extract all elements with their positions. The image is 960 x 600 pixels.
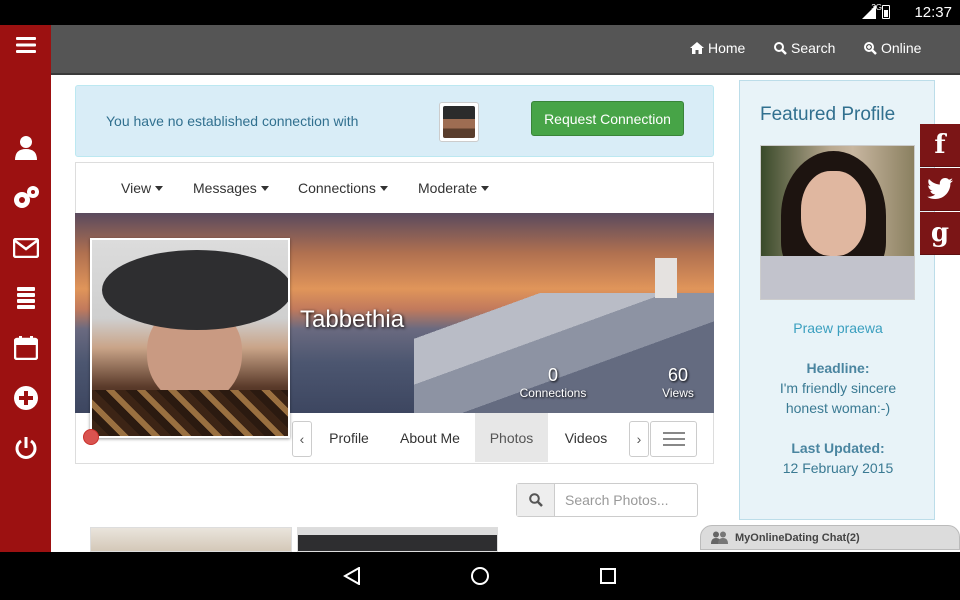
nav-online-label: Online: [881, 40, 922, 56]
messages-label: Messages: [193, 180, 257, 196]
photo-search-button[interactable]: [517, 484, 555, 516]
hamburger-icon: [662, 432, 685, 434]
android-navigation-bar: [0, 552, 960, 600]
connections-label: Connections: [298, 180, 376, 196]
google-icon: g: [930, 218, 950, 248]
caret-down-icon: [155, 185, 164, 191]
search-icon: [528, 493, 543, 507]
search-icon: [774, 41, 787, 55]
tabs-prev-button[interactable]: ‹: [292, 421, 312, 457]
online-status-dot: [83, 429, 99, 445]
menu-icon: [15, 37, 36, 53]
menu-button[interactable]: [0, 25, 51, 65]
sidebar-item-list[interactable]: [0, 278, 51, 318]
featured-profile-panel: Featured Profile Praew praewa Headline: …: [739, 80, 935, 520]
status-icons: [862, 5, 890, 19]
messages-dropdown[interactable]: Messages: [193, 180, 269, 196]
profile-action-bar: View Messages Connections Moderate: [75, 162, 714, 213]
featured-headline-line2: honest woman:-): [785, 400, 891, 416]
views-stat-label: Views: [662, 386, 694, 400]
featured-updated-value: 12 February 2015: [782, 460, 894, 476]
tabs-menu-button[interactable]: [650, 421, 697, 457]
battery-icon: [882, 5, 890, 19]
chat-label: MyOnlineDating Chat(2): [735, 531, 860, 544]
envelope-icon: [12, 238, 39, 258]
facebook-icon: f: [934, 130, 946, 160]
connections-stat[interactable]: 0 Connections: [513, 365, 593, 400]
home-icon: [690, 42, 704, 54]
clock: 12:37: [914, 4, 952, 21]
request-connection-button[interactable]: Request Connection: [531, 101, 684, 136]
twitter-icon: [927, 178, 953, 199]
sidebar-item-calendar[interactable]: [0, 328, 51, 368]
connections-stat-label: Connections: [519, 386, 587, 400]
signal-icon: [862, 5, 876, 19]
view-dropdown[interactable]: View: [121, 180, 164, 196]
featured-name[interactable]: Praew praewa: [740, 320, 936, 336]
back-button[interactable]: [340, 564, 364, 588]
photo-thumbnail[interactable]: [90, 527, 292, 552]
sidebar-item-messages[interactable]: [0, 228, 51, 268]
zoom-icon: [864, 41, 877, 55]
list-icon: [16, 287, 35, 309]
featured-title: Featured Profile: [760, 104, 896, 125]
photo-search: [516, 483, 698, 517]
circle-home-icon: [471, 567, 489, 585]
chat-bar[interactable]: MyOnlineDating Chat(2): [700, 525, 960, 550]
tab-about-me[interactable]: About Me: [388, 413, 472, 462]
status-bar: 3G 12:37: [0, 0, 960, 25]
featured-headline-label: Headline:: [806, 360, 870, 376]
tabs-next-button[interactable]: ›: [629, 421, 649, 457]
sidebar-item-profile[interactable]: [0, 128, 51, 168]
view-label: View: [121, 180, 152, 196]
users-icon: [711, 531, 728, 544]
tab-videos[interactable]: Videos: [556, 413, 616, 462]
profile-name: Tabbethia: [300, 306, 405, 333]
caret-down-icon: [260, 185, 269, 191]
featured-headline-line1: I'm friendly sincere: [779, 380, 897, 396]
photo-thumbnail[interactable]: [297, 527, 498, 552]
power-icon: [15, 437, 36, 459]
views-count: 60: [667, 365, 689, 385]
connections-dropdown[interactable]: Connections: [298, 180, 388, 196]
recents-icon: [600, 568, 616, 584]
twitter-button[interactable]: [920, 168, 960, 211]
caret-down-icon: [481, 185, 490, 191]
recents-button[interactable]: [596, 564, 620, 588]
tab-photos[interactable]: Photos: [475, 413, 548, 462]
tab-profile[interactable]: Profile: [318, 413, 380, 462]
user-icon: [14, 136, 37, 160]
settings-icon: [13, 186, 39, 208]
home-button[interactable]: [468, 564, 492, 588]
featured-photo[interactable]: [760, 145, 915, 300]
nav-home[interactable]: Home: [690, 40, 745, 56]
connection-alert: You have no established connection with …: [75, 85, 714, 157]
google-button[interactable]: g: [920, 212, 960, 255]
views-stat: 60 Views: [653, 365, 703, 400]
nav-online[interactable]: Online: [864, 40, 921, 56]
user-thumbnail[interactable]: [439, 102, 479, 142]
facebook-button[interactable]: f: [920, 124, 960, 167]
nav-search-label: Search: [791, 40, 836, 56]
photo-search-input[interactable]: [555, 484, 695, 516]
alert-text: You have no established connection with: [106, 113, 359, 129]
profile-avatar[interactable]: [90, 238, 290, 438]
top-navbar: Home Search Online: [51, 25, 960, 75]
connections-count: 0: [547, 365, 558, 385]
back-icon: [343, 567, 360, 585]
featured-updated-label: Last Updated:: [791, 440, 885, 456]
cover-windmill: [655, 258, 677, 298]
moderate-dropdown[interactable]: Moderate: [418, 180, 490, 196]
sidebar-item-logout[interactable]: [0, 428, 51, 468]
calendar-icon: [13, 336, 38, 360]
plus-circle-icon: [13, 386, 38, 410]
caret-down-icon: [379, 185, 388, 191]
sidebar-item-settings[interactable]: [0, 178, 51, 218]
nav-home-label: Home: [708, 40, 746, 56]
moderate-label: Moderate: [418, 180, 478, 196]
sidebar-item-add[interactable]: [0, 378, 51, 418]
sidebar: [0, 25, 51, 552]
nav-search[interactable]: Search: [774, 40, 835, 56]
